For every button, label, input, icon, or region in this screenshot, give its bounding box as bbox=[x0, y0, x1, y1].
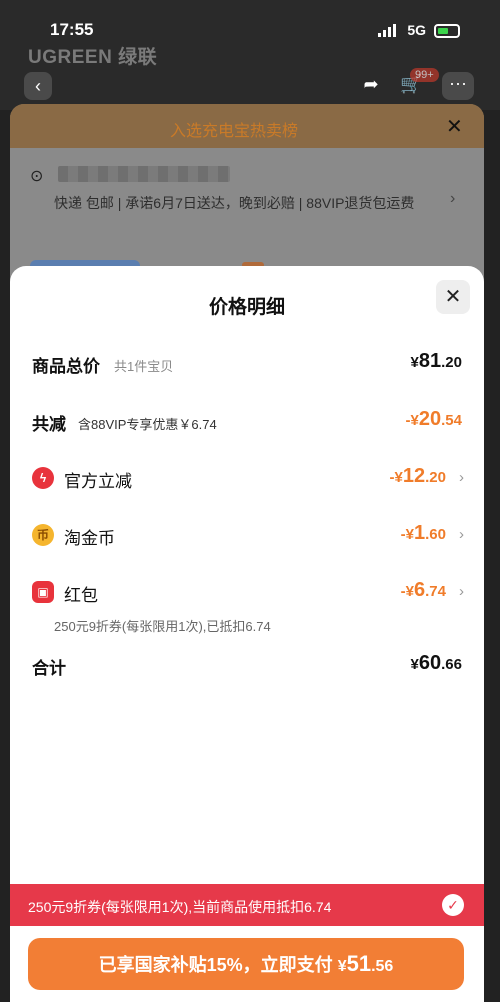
total-price-row: 商品总价 共1件宝贝 ¥81.20 bbox=[32, 350, 462, 378]
official-discount-row[interactable]: ϟ 官方立减 -¥12.20 › bbox=[32, 465, 464, 493]
red-packet-row[interactable]: ▣ 红包 -¥6.74 › bbox=[32, 579, 464, 607]
chevron-left-icon: ‹ bbox=[35, 76, 41, 96]
chevron-right-icon: › bbox=[459, 583, 464, 600]
red-packet-icon: ▣ bbox=[32, 581, 54, 603]
status-time: 17:55 bbox=[50, 20, 94, 39]
coupon-note: 250元9折券(每张限用1次),已抵扣6.74 bbox=[54, 619, 271, 634]
pay-int: 51 bbox=[346, 951, 372, 976]
share-icon: ➦ bbox=[363, 74, 379, 94]
battery-icon bbox=[434, 24, 460, 38]
reduction-row: 共减 含88VIP专享优惠￥6.74 -¥20.54 bbox=[32, 408, 462, 436]
coin-icon: 币 bbox=[32, 524, 54, 546]
red-packet-label: 红包 bbox=[64, 586, 98, 605]
total-label: 商品总价 bbox=[32, 357, 100, 376]
coins-row[interactable]: 币 淘金币 -¥1.60 › bbox=[32, 522, 464, 550]
pay-yen: ¥ bbox=[337, 958, 347, 975]
shipping-info: 快递 包邮 | 承诺6月7日送达，晚到必赔 | 88VIP退货包运费 bbox=[54, 195, 415, 211]
reduction-label: 共减 bbox=[32, 415, 66, 434]
chevron-right-icon: › bbox=[459, 526, 464, 543]
sum-price: ¥60.66 bbox=[410, 652, 462, 674]
pay-bar: 已享国家补贴15%，立即支付 ¥51.56 bbox=[10, 926, 484, 1002]
network-label: 5G bbox=[407, 22, 426, 38]
reduction-sub: 含88VIP专享优惠￥6.74 bbox=[78, 417, 217, 432]
close-icon: ✕ bbox=[444, 286, 462, 308]
coins-label: 淘金币 bbox=[64, 529, 115, 548]
chevron-right-icon[interactable]: › bbox=[450, 190, 455, 208]
pay-dec: .56 bbox=[371, 958, 394, 975]
official-discount-label: 官方立减 bbox=[64, 472, 132, 491]
close-button[interactable]: ✕ bbox=[436, 280, 470, 314]
location-icon: ⊙ bbox=[30, 168, 44, 185]
more-button[interactable]: ··· bbox=[442, 72, 474, 100]
reduction-price: -¥20.54 bbox=[405, 408, 462, 430]
sum-label: 合计 bbox=[32, 659, 66, 678]
red-packet-price: -¥6.74 bbox=[400, 579, 446, 601]
coins-price: -¥1.60 bbox=[400, 522, 446, 544]
lightning-icon: ϟ bbox=[32, 467, 54, 489]
chevron-right-icon: › bbox=[459, 469, 464, 486]
coupon-banner-text: 250元9折券(每张限用1次),当前商品使用抵扣6.74 bbox=[28, 899, 332, 915]
pay-prefix: 已享国家补贴15%，立即支付 bbox=[98, 955, 338, 975]
official-discount-price: -¥12.20 bbox=[389, 465, 446, 487]
total-sub: 共1件宝贝 bbox=[114, 359, 174, 374]
signal-icon bbox=[378, 24, 396, 37]
sheet-title: 价格明细 bbox=[208, 297, 285, 318]
brand-logo: UGREEN 绿联 bbox=[28, 47, 158, 68]
more-icon: ··· bbox=[449, 73, 467, 93]
cart-badge: 99+ bbox=[410, 68, 439, 82]
address-blurred bbox=[58, 166, 230, 182]
hot-list-close-icon[interactable]: ✕ bbox=[446, 114, 463, 139]
share-button[interactable]: ➦ bbox=[358, 74, 384, 100]
pay-button[interactable]: 已享国家补贴15%，立即支付 ¥51.56 bbox=[28, 938, 464, 990]
coupon-banner[interactable]: 250元9折券(每张限用1次),当前商品使用抵扣6.74 ✓ bbox=[10, 884, 484, 926]
check-icon[interactable]: ✓ bbox=[442, 894, 464, 916]
back-button[interactable]: ‹ bbox=[24, 72, 52, 100]
sum-row: 合计 ¥60.66 bbox=[32, 652, 462, 680]
hot-list-text: 入选充电宝热卖榜 bbox=[170, 123, 299, 140]
total-price: ¥81.20 bbox=[410, 350, 462, 372]
